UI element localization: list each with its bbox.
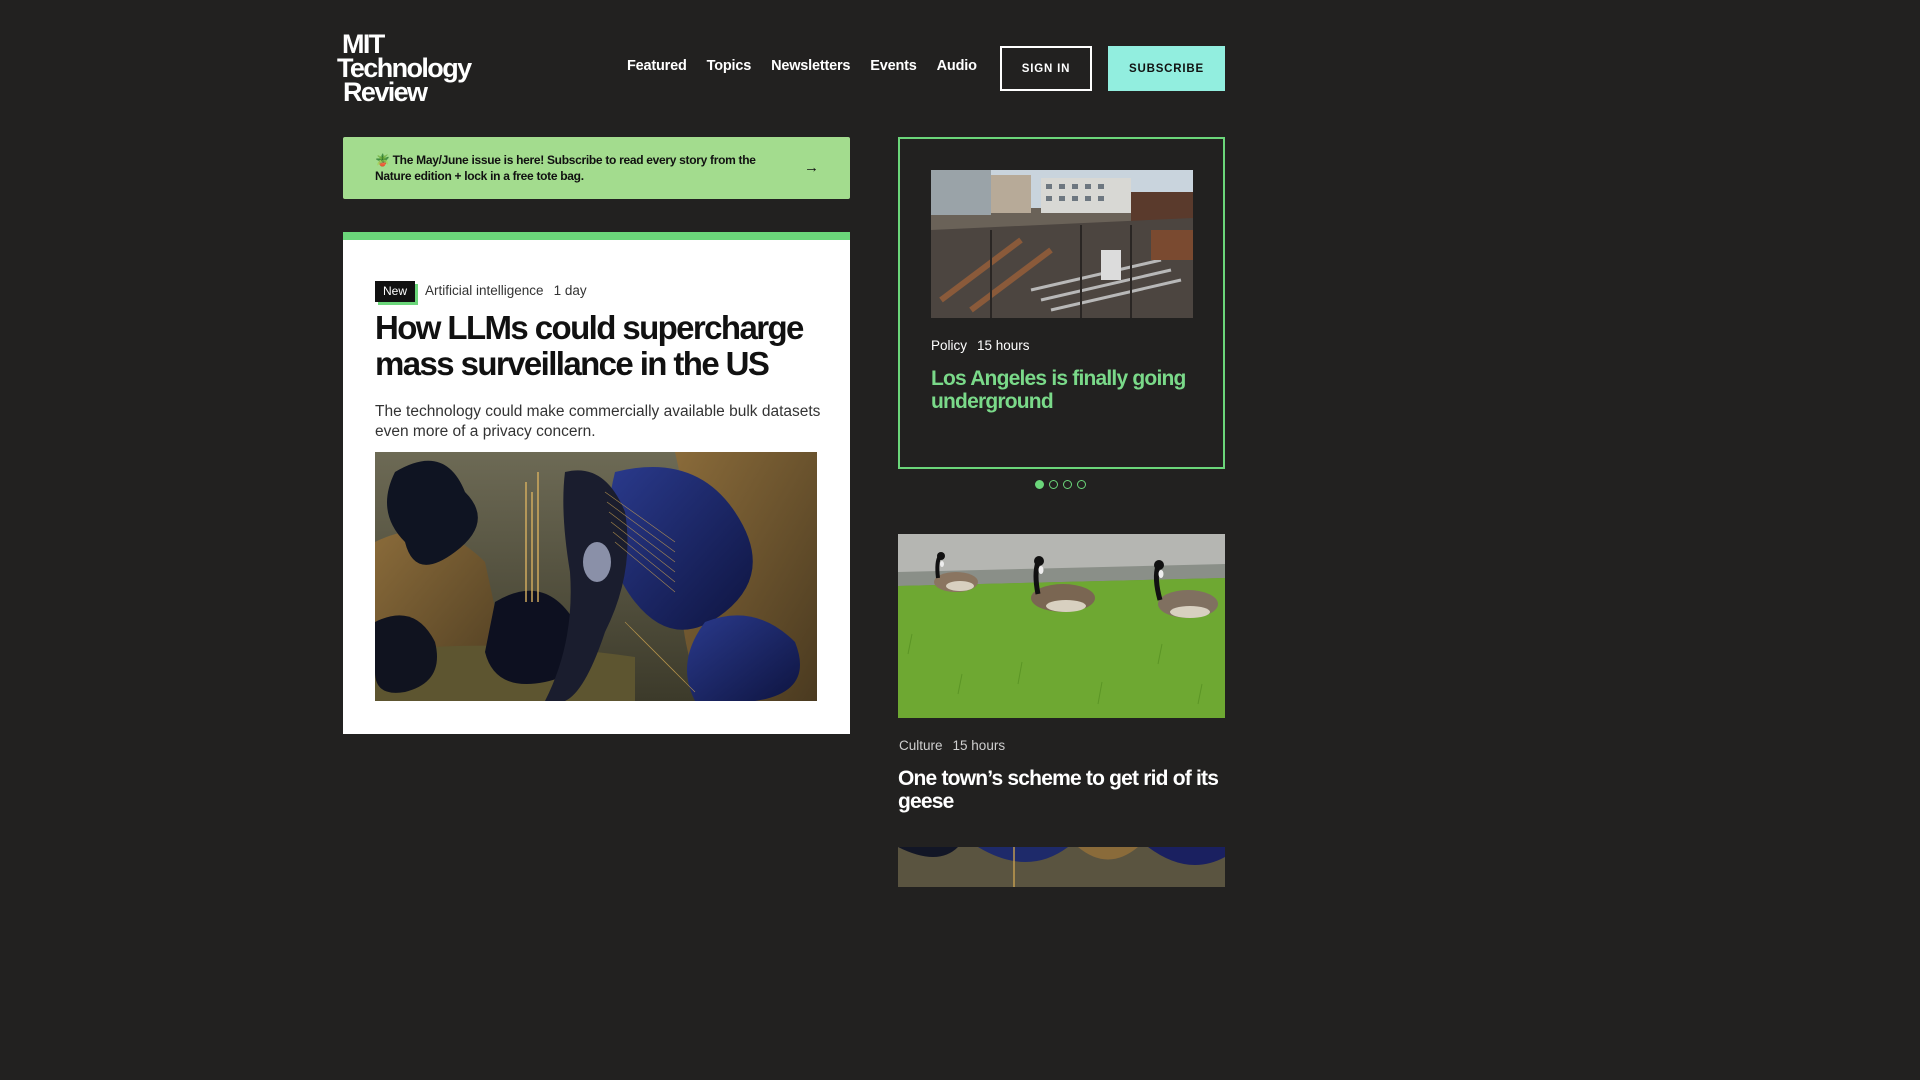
main-story-title[interactable]: How LLMs could supercharge mass surveill…: [375, 310, 825, 382]
logo-line-3: Review: [343, 77, 428, 107]
construction-photo: [931, 170, 1193, 318]
carousel-title[interactable]: Los Angeles is finally going underground: [931, 367, 1201, 413]
main-story-image[interactable]: [375, 452, 817, 701]
next-story-image[interactable]: [898, 847, 1225, 887]
arrow-right-icon[interactable]: →: [804, 159, 819, 176]
site-logo[interactable]: MIT Technology Review: [337, 31, 472, 107]
side-story-title[interactable]: One town’s scheme to get rid of its gees…: [898, 767, 1225, 813]
side-story-image[interactable]: [898, 534, 1225, 718]
page: MIT Technology Review Featured Topics Ne…: [0, 0, 1568, 887]
featured-carousel[interactable]: Policy 15 hours Los Angeles is finally g…: [898, 137, 1225, 469]
carousel-dot-3[interactable]: [1063, 480, 1072, 489]
carousel-dot-1[interactable]: [1035, 480, 1044, 489]
carousel-age: 15 hours: [977, 338, 1030, 353]
side-story-category[interactable]: Culture: [899, 738, 943, 753]
promo-banner[interactable]: 🪴 The May/June issue is here! Subscribe t…: [343, 137, 850, 199]
nav-audio[interactable]: Audio: [937, 58, 977, 74]
surveillance-illustration: [375, 452, 817, 701]
geese-photo: [898, 534, 1225, 718]
main-nav: Featured Topics Newsletters Events Audio: [627, 58, 977, 74]
nav-featured[interactable]: Featured: [627, 58, 687, 74]
carousel-image[interactable]: [931, 170, 1193, 318]
side-story-meta: Culture 15 hours: [899, 738, 1005, 753]
promo-text-wrap: 🪴 The May/June issue is here! Subscribe t…: [375, 152, 785, 184]
subscribe-button[interactable]: SUBSCRIBE: [1108, 46, 1225, 91]
carousel-dot-2[interactable]: [1049, 480, 1058, 489]
main-story-age: 1 day: [553, 283, 587, 298]
nav-topics[interactable]: Topics: [707, 58, 752, 74]
carousel-category[interactable]: Policy: [931, 338, 967, 353]
sign-in-button[interactable]: SIGN IN: [1000, 46, 1092, 91]
main-story-category[interactable]: Artificial intelligence: [425, 283, 544, 298]
side-story-age: 15 hours: [952, 738, 1006, 753]
main-story-subtitle: The technology could make commercially a…: [375, 403, 821, 440]
carousel-dot-4[interactable]: [1077, 480, 1086, 489]
nav-newsletters[interactable]: Newsletters: [771, 58, 850, 74]
next-story-thumbnail: [898, 847, 1225, 887]
plant-icon: 🪴: [375, 153, 390, 167]
promo-text: The May/June issue is here! Subscribe to…: [375, 153, 756, 183]
carousel-dots: [1035, 480, 1086, 489]
new-badge: New: [375, 281, 416, 302]
main-story-meta: New Artificial intelligence 1 day: [375, 280, 587, 302]
carousel-meta: Policy 15 hours: [931, 338, 1030, 353]
main-story-card[interactable]: New Artificial intelligence 1 day How LL…: [343, 232, 850, 734]
nav-events[interactable]: Events: [870, 58, 917, 74]
